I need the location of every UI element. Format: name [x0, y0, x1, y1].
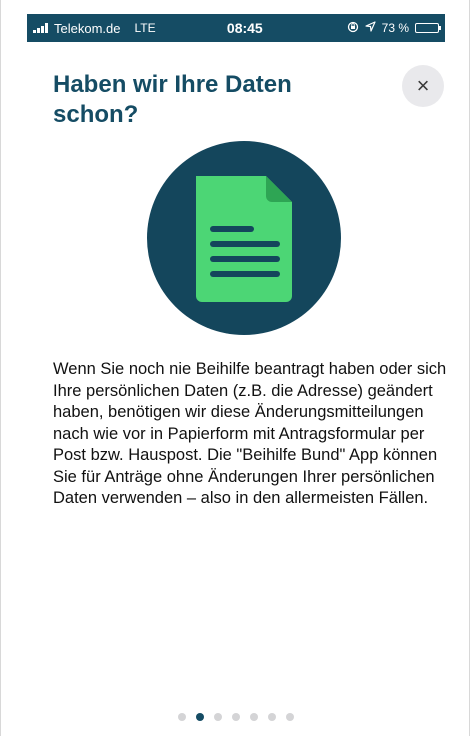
page-dot[interactable] — [232, 713, 240, 721]
page-dot[interactable] — [196, 713, 204, 721]
network-type: LTE — [134, 21, 156, 35]
signal-strength-icon — [33, 23, 48, 33]
page-title: Haben wir Ihre Daten schon? — [53, 71, 292, 128]
rotation-lock-icon — [347, 21, 359, 36]
page-dot[interactable] — [250, 713, 258, 721]
status-bar-right: 73 % — [347, 21, 441, 36]
battery-percent: 73 % — [381, 21, 409, 35]
onboarding-screen: Telekom.de LTE 08:45 73 % Haben wir Ihre… — [0, 0, 470, 736]
page-dot[interactable] — [286, 713, 294, 721]
carrier-name: Telekom.de — [54, 20, 121, 36]
location-arrow-icon — [365, 21, 376, 35]
status-bar-left: Telekom.de LTE — [33, 21, 183, 36]
page-dot[interactable] — [214, 713, 222, 721]
document-icon — [147, 141, 341, 335]
document-illustration — [146, 140, 342, 336]
page-indicator[interactable] — [1, 713, 469, 721]
page-dot[interactable] — [178, 713, 186, 721]
close-icon: × — [416, 73, 430, 98]
battery-icon — [415, 23, 441, 33]
status-time: 08:45 — [226, 20, 263, 36]
page-dot[interactable] — [268, 713, 276, 721]
close-button[interactable]: × — [402, 65, 444, 107]
onboarding-body-text: Wenn Sie noch nie Beihilfe beantragt hab… — [53, 360, 447, 507]
status-bar: Telekom.de LTE 08:45 73 % — [27, 14, 445, 42]
